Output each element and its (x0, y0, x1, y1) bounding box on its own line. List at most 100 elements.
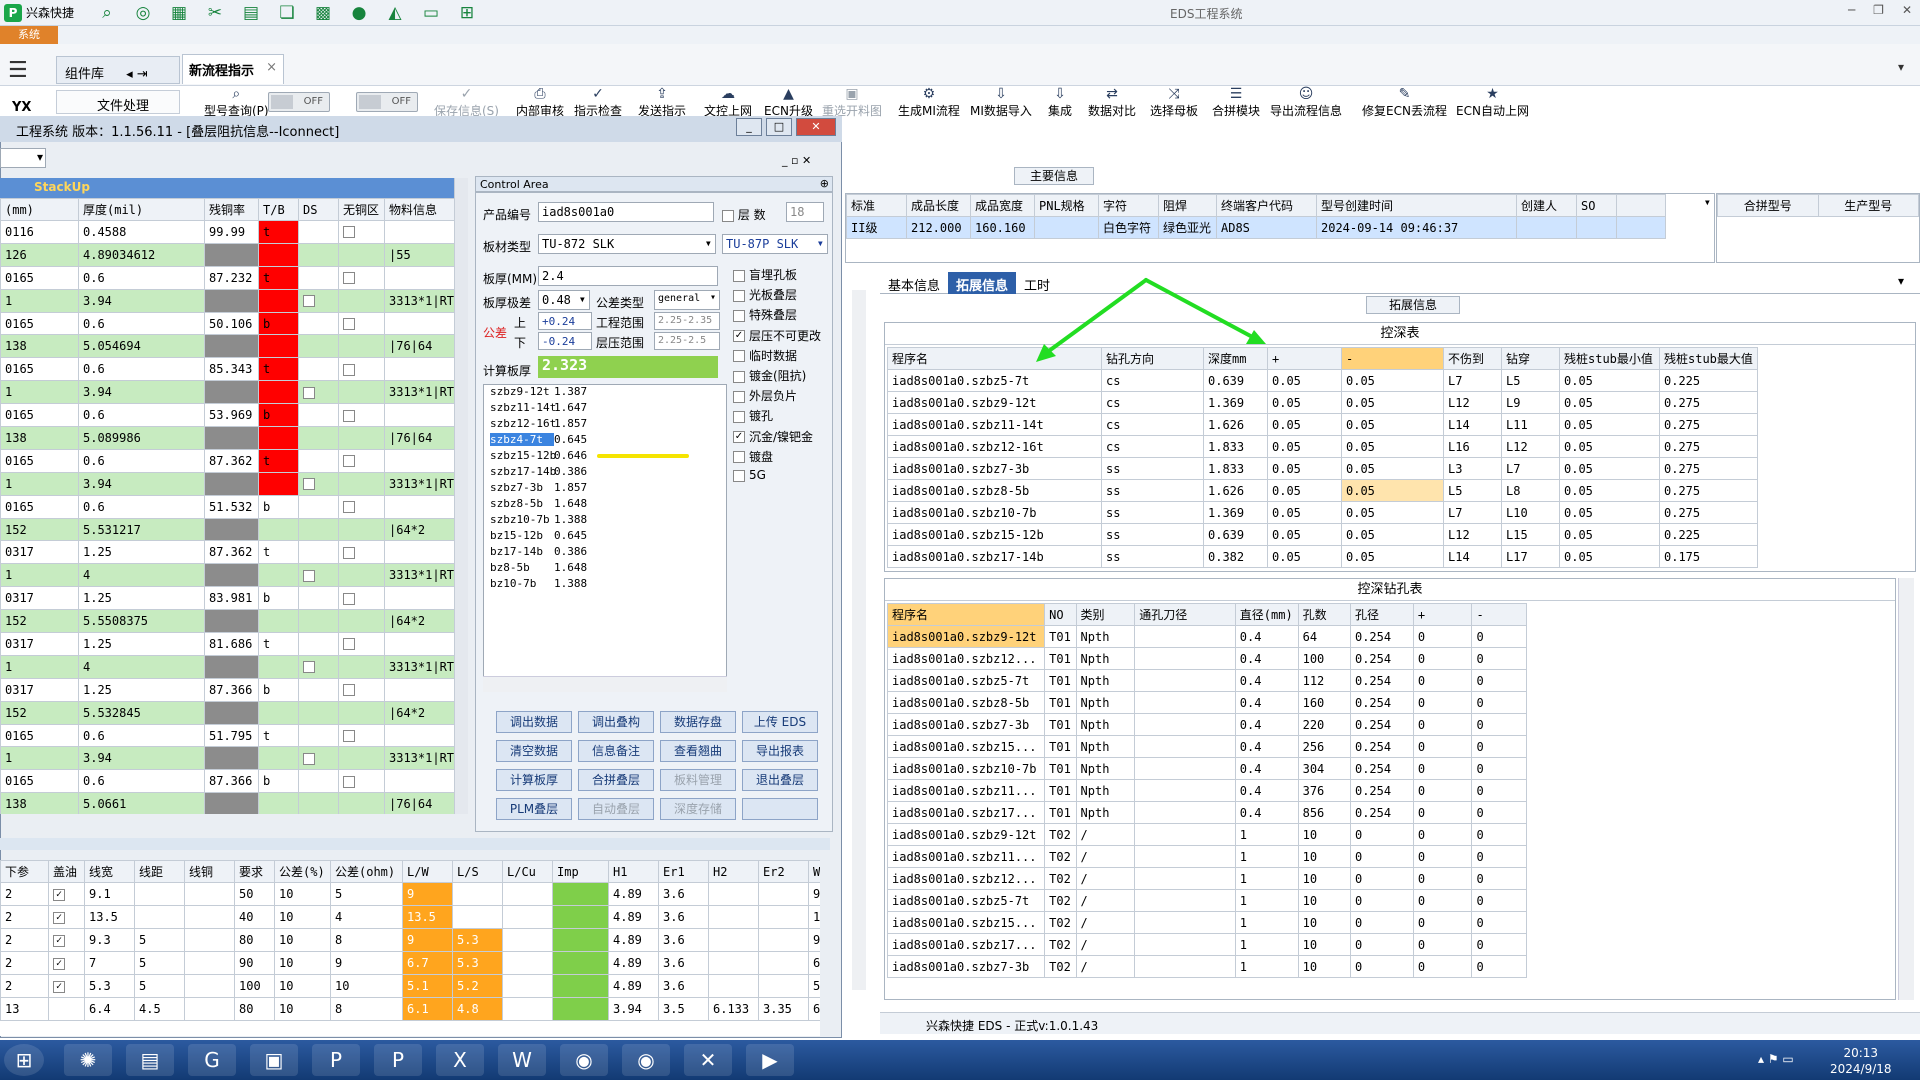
imp-cell[interactable] (708, 951, 759, 975)
drill-col-header[interactable]: - (1471, 603, 1527, 626)
imp-cell[interactable]: 6.1 (402, 997, 453, 1021)
depth-cell[interactable]: 0.05 (1559, 369, 1660, 392)
drill-cell[interactable]: T01 (1044, 691, 1077, 714)
imp-cell[interactable] (48, 905, 85, 929)
pin-icon[interactable]: ⇥ (137, 67, 148, 82)
drill-cell[interactable]: 0 (1471, 735, 1527, 758)
file-handling-button[interactable]: 文件处理 (56, 90, 180, 114)
main-col-header[interactable]: SO (1576, 194, 1617, 217)
stack-cell[interactable]: |76|64 (384, 426, 454, 450)
checkbox-box[interactable] (733, 431, 745, 444)
depth-cell[interactable]: 0.05 (1267, 479, 1342, 502)
stack-row[interactable]: 0165 0.6 87.366 b (0, 769, 454, 794)
option-checkbox[interactable]: 特殊叠层 (733, 306, 797, 323)
option-checkbox[interactable]: 镀金(阻抗) (733, 367, 806, 384)
stack-cell[interactable] (298, 220, 339, 244)
toolbar-button-11[interactable]: ⇩ 集成 (1048, 86, 1072, 119)
depth-cell[interactable]: 0.05 (1341, 479, 1444, 502)
layers-checkbox[interactable] (722, 209, 734, 222)
control-button-11[interactable]: 板料管理 (660, 769, 736, 791)
toggle-switch-2[interactable]: OFF (356, 92, 418, 112)
toolbar-button-13[interactable]: ⤨ 选择母板 (1150, 86, 1198, 119)
drill-col-header[interactable]: 类别 (1075, 603, 1136, 626)
drill-cell[interactable]: Npth (1075, 757, 1136, 780)
stack-cell[interactable] (338, 288, 385, 313)
drill-cell[interactable]: iad8s001a0.szbz9-12t (886, 823, 1046, 846)
stack-row[interactable]: 0165 0.6 87.232 t (0, 265, 454, 290)
drill-cell[interactable]: iad8s001a0.szbz7-3b (886, 955, 1046, 978)
drill-cell[interactable]: 256 (1297, 735, 1351, 758)
drill-cell[interactable] (1134, 757, 1236, 780)
imp-cell[interactable]: 8 (330, 928, 403, 952)
board-type-select[interactable]: TU-872 SLK (538, 234, 716, 254)
stack-checkbox[interactable] (343, 775, 355, 788)
stack-cell[interactable] (384, 723, 454, 748)
imp-row[interactable]: 29.358010895.34.893.69 (0, 928, 820, 952)
drill-cell[interactable]: 10 (1297, 823, 1351, 846)
dialog-close-button[interactable]: ✕ (796, 118, 836, 136)
imp-cell[interactable] (502, 905, 553, 929)
drill-cell[interactable]: 0.4 (1234, 735, 1299, 758)
imp-checkbox[interactable] (53, 888, 65, 901)
drill-cell[interactable]: 1 (1234, 867, 1299, 890)
stack-cell[interactable]: 5.089986 (78, 426, 205, 450)
stack-cell[interactable] (204, 517, 259, 542)
toolbar-button-15[interactable]: ☺ 导出流程信息 (1270, 86, 1342, 119)
drill-cell[interactable]: Npth (1075, 735, 1136, 758)
scissors-icon[interactable]: ✂ (204, 3, 226, 23)
stack-cell[interactable]: 0317 (0, 540, 79, 565)
stack-cell[interactable] (338, 448, 385, 473)
tab-component-library[interactable]: 组件库 ◂ ⇥ (56, 56, 180, 84)
tray-icons[interactable]: ▴ ⚑ ▭ (1758, 1052, 1794, 1066)
dialog-maximize-button[interactable]: □ (766, 118, 792, 136)
stack-cell[interactable] (338, 723, 385, 748)
stack-cell[interactable] (384, 403, 454, 428)
imp-cell[interactable]: 10 (274, 951, 331, 975)
drill-cell[interactable] (1134, 691, 1236, 714)
depth-col-header[interactable]: 不伤到 (1443, 347, 1502, 370)
stack-cell[interactable]: 1.25 (78, 540, 205, 565)
imp-col-header[interactable]: H1 (608, 860, 659, 883)
stack-cell[interactable]: t (258, 632, 299, 656)
drill-cell[interactable]: 0.4 (1234, 669, 1299, 692)
stack-cell[interactable] (298, 265, 339, 290)
checkbox-box[interactable] (733, 289, 745, 302)
drill-col-header[interactable]: 程序名 (886, 603, 1046, 626)
stack-cell[interactable]: 5.0661 (78, 792, 205, 814)
depth-cell[interactable]: 0.275 (1659, 391, 1758, 414)
drill-cell[interactable] (1134, 889, 1236, 912)
drill-cell[interactable]: 0 (1412, 955, 1473, 978)
stack-cell[interactable] (384, 769, 454, 794)
drill-cell[interactable]: / (1075, 845, 1136, 868)
drill-cell[interactable]: 0 (1349, 911, 1414, 934)
stack-cell[interactable] (338, 677, 385, 702)
depth-row[interactable]: iad8s001a0.szbz8-5b ss 1.626 0.05 0.05 L5 L8 0.… (887, 479, 1758, 502)
stack-cell[interactable]: 85.343 (204, 357, 259, 382)
drill-cell[interactable]: 0 (1471, 779, 1527, 802)
depth-cell[interactable]: 0.05 (1559, 435, 1660, 458)
stack-cell[interactable] (338, 654, 385, 679)
imp-cell[interactable]: 4.89 (608, 928, 659, 952)
depth-cell[interactable]: 0.05 (1341, 369, 1444, 392)
main-col-header[interactable]: 创建人 (1516, 194, 1577, 217)
control-button-1[interactable]: 调出数据 (496, 711, 572, 733)
depth-cell[interactable]: iad8s001a0.szbz9-12t (887, 391, 1102, 414)
main-cell[interactable]: II级 (846, 216, 907, 239)
depth-cell[interactable]: 1.369 (1203, 391, 1268, 414)
stack-checkbox[interactable] (343, 546, 355, 559)
depth-cell[interactable]: iad8s001a0.szbz11-14t (887, 413, 1102, 436)
drill-col-header[interactable]: 孔径 (1349, 603, 1414, 626)
imp-cell[interactable] (552, 951, 609, 975)
depth-cell[interactable]: L14 (1443, 413, 1502, 436)
drill-cell[interactable]: 0.254 (1349, 647, 1414, 670)
drill-cell[interactable]: 0 (1471, 867, 1527, 890)
drill-cell[interactable] (1134, 911, 1236, 934)
depth-cell[interactable]: L7 (1443, 501, 1502, 524)
drill-cell[interactable] (1134, 779, 1236, 802)
stack-cell[interactable] (204, 792, 259, 814)
stack-cell[interactable]: 99.99 (204, 220, 259, 244)
depth-list-item[interactable]: szbz11-14t1.647 (484, 401, 726, 417)
stack-row[interactable]: 13.94 3313*1|RTF (0, 746, 454, 771)
stack-cell[interactable] (298, 563, 339, 588)
stack-cell[interactable] (258, 288, 299, 313)
